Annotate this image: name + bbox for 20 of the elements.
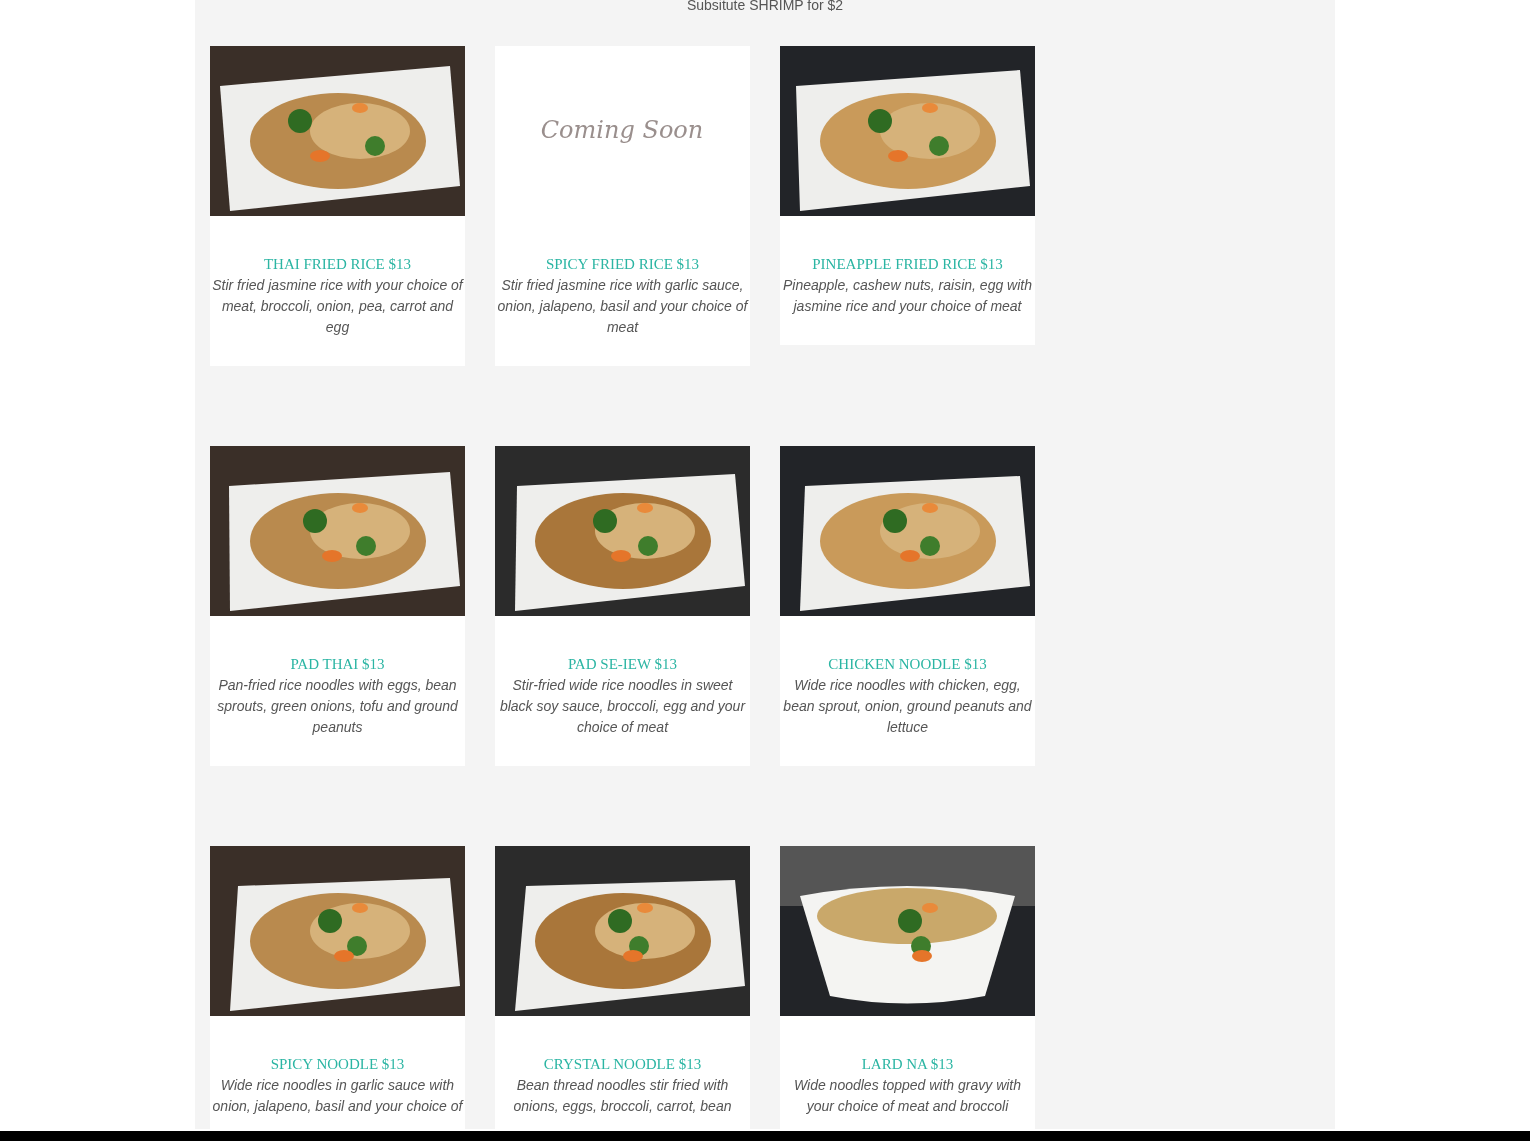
dish-description: Wide noodles topped with gravy with your choice of meat and broccoli: [792, 1076, 1023, 1116]
dish-title: PAD THAI $13: [289, 655, 386, 674]
dish-title: SPICY FRIED RICE $13: [544, 255, 701, 274]
substitution-note: Subsitute SHRIMP for $2: [685, 0, 845, 15]
dish-title: SPICY NOODLE $13: [269, 1055, 406, 1074]
dish-title: PAD SE-IEW $13: [566, 655, 679, 674]
dish-title: PINEAPPLE FRIED RICE $13: [811, 255, 1004, 274]
dish-description: Wide rice noodles in garlic sauce with onion, jalapeno, basil and your choice of: [211, 1076, 465, 1116]
dish-description: Stir-fried wide rice noodles in sweet black soy sauce, broccoli, egg and your choice of meat: [498, 676, 747, 737]
dish-title: LARD NA $13: [860, 1055, 955, 1074]
dish-description: Pineapple, cashew nuts, raisin, egg with jasmine rice and your choice of meat: [781, 276, 1033, 316]
dish-description: Bean thread noodles stir fried with onions, eggs, broccoli, carrot, bean: [512, 1076, 733, 1116]
dish-title: THAI FRIED RICE $13: [262, 255, 413, 274]
dish-title: CHICKEN NOODLE $13: [827, 655, 988, 674]
dish-description: Stir fried jasmine rice with garlic sauce, onion, jalapeno, basil and your choice of meat: [496, 276, 750, 337]
dish-description: Stir fried jasmine rice with your choice of meat, broccoli, onion, pea, carrot and egg: [211, 276, 465, 337]
coming-soon-text: Coming Soon: [540, 116, 704, 144]
dish-title: CRYSTAL NOODLE $13: [542, 1055, 703, 1074]
dish-description: Pan-fried rice noodles with eggs, bean sprouts, green onions, tofu and ground peanuts: [216, 676, 459, 737]
dish-description: Wide rice noodles with chicken, egg, bean sprout, onion, ground peanuts and lettuce: [782, 676, 1033, 737]
